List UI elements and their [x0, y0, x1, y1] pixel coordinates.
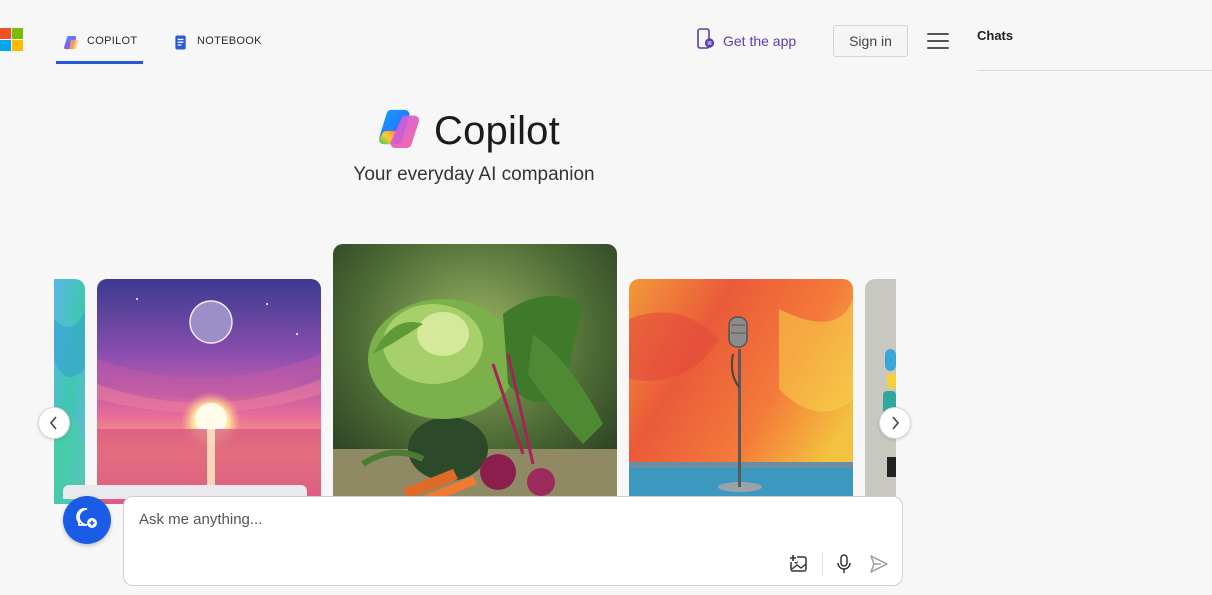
get-app-link[interactable]: Get the app [697, 28, 796, 53]
brand-name: Copilot [434, 109, 560, 153]
hamburger-menu-icon[interactable] [927, 33, 949, 49]
chats-title: Chats [977, 28, 1014, 43]
chevron-left-icon[interactable] [38, 407, 70, 439]
new-chat-button[interactable] [63, 496, 111, 544]
tab-copilot[interactable]: COPILOT [56, 30, 143, 64]
sign-in-button[interactable]: Sign in [833, 25, 908, 57]
tab-label: NOTEBOOK [197, 35, 262, 47]
partial-abstract-card[interactable] [54, 279, 85, 504]
microphone-card[interactable] [629, 279, 853, 504]
divider [977, 70, 1212, 71]
tab-label: COPILOT [87, 35, 138, 47]
chat-input[interactable] [139, 511, 879, 528]
phone-icon [697, 28, 715, 53]
chevron-right-icon[interactable] [879, 407, 911, 439]
add-image-icon[interactable] [788, 553, 810, 575]
tagline: Your everyday AI companion [353, 164, 595, 185]
new-chat-icon [75, 506, 99, 535]
microphone-icon[interactable] [833, 553, 855, 575]
chat-composer [123, 496, 903, 586]
copilot-icon [64, 35, 79, 50]
notebook-icon [174, 35, 189, 50]
brand: Copilot [376, 106, 560, 157]
tab-notebook[interactable]: NOTEBOOK [174, 30, 262, 64]
copilot-logo-icon [376, 106, 422, 157]
send-icon[interactable] [868, 553, 890, 575]
partial-figurine-card[interactable] [865, 279, 896, 504]
microsoft-logo-icon[interactable] [0, 28, 23, 51]
sunset-moon-card[interactable] [97, 279, 321, 504]
toolbar-divider [822, 552, 823, 576]
get-app-label: Get the app [723, 32, 797, 49]
vegetables-card[interactable] [333, 244, 617, 504]
